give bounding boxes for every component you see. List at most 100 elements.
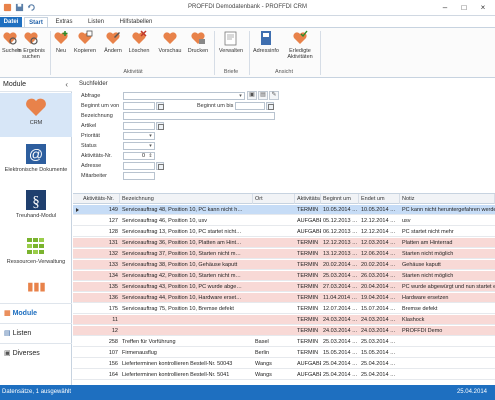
table-cell: 19.04.2014 … (361, 295, 396, 301)
table-row[interactable]: 136 Serviceauftrag 44, Position 10, Hardw… (73, 293, 495, 303)
table-cell: PC startet nicht mehr (402, 229, 454, 235)
table-cell: 15.07.2014 … (361, 306, 396, 312)
table-row[interactable]: 128 Serviceauftrag 13, Position 10, PC st… (73, 227, 495, 237)
nav-listen[interactable]: ▤ Listen (0, 323, 72, 342)
module-ressourcen[interactable]: Ressourcen-Verwaltung (0, 232, 72, 276)
query-new-icon[interactable]: ▤ (258, 91, 268, 100)
calendar-icon[interactable] (266, 102, 274, 110)
table-cell: 11 (112, 317, 118, 323)
nav-module[interactable]: ▦ Module (0, 303, 72, 322)
tab-start[interactable]: Start (24, 17, 48, 27)
table-cell (120, 315, 253, 325)
table-row[interactable]: 11 TERMIN 24.03.2014 … 24.03.2014 … Klashock (73, 315, 495, 325)
copy-button[interactable]: Kopieren (72, 30, 98, 54)
module-more[interactable] (0, 278, 72, 300)
delete-button[interactable]: Löschen (127, 30, 151, 54)
table-cell: 12 (111, 328, 118, 334)
minimize-button[interactable]: – (438, 1, 452, 14)
module-crm[interactable]: CRM (0, 93, 72, 137)
module-documents[interactable]: @ Elektronische Dokumente (0, 140, 72, 184)
table-row[interactable]: 156 Lieferterminen kontrollieren Bestell-… (73, 359, 495, 369)
table-cell: 127 (108, 218, 118, 224)
column-header[interactable]: Beginnt um (321, 194, 359, 204)
group-label-aktivitaet: Aktivität (123, 69, 143, 75)
spinner-icon[interactable]: ⇕ (147, 153, 154, 159)
edit-button[interactable]: Ändern (102, 30, 124, 54)
table-cell: 26.03.2014 … (361, 273, 396, 279)
table-row[interactable]: 135 Serviceauftrag 43, Position 10, PC wu… (73, 282, 495, 292)
query-save-icon[interactable]: ▣ (247, 91, 257, 100)
table-cell (253, 238, 295, 248)
query-delete-icon[interactable]: ✎ (269, 91, 279, 100)
query-select[interactable]: ▾ (123, 92, 245, 100)
preview-button[interactable]: Vorschau (157, 30, 183, 54)
completed-activities-button[interactable]: Erledigte Aktivitäten (283, 30, 317, 60)
search-in-results-button[interactable]: In Ergebnis suchen (16, 30, 46, 60)
label-beginnt-bis: Beginnt um bis (197, 103, 234, 109)
table-row[interactable]: 149 Serviceauftrag 48, Position 10, PC ka… (73, 205, 495, 215)
status-field[interactable]: ▾ (123, 142, 155, 150)
begin-to-field[interactable] (235, 102, 265, 110)
column-header[interactable]: Bezeichnung (120, 194, 253, 204)
table-cell: Wangs (255, 372, 272, 378)
nav-diverses[interactable]: ▣ Diverses (0, 343, 72, 362)
table-cell: 136 (108, 295, 118, 301)
table-row[interactable]: 258 Treffen für Vorführung Basel TERMIN 25.0… (73, 337, 495, 347)
manage-button[interactable]: Verwalten (216, 30, 246, 54)
activity-number-field[interactable]: 0 ⇕ (123, 152, 155, 160)
tab-listen[interactable]: Listen (84, 17, 108, 27)
table-row[interactable]: 127 Serviceauftrag 46, Position 10, usv AU… (73, 216, 495, 226)
priority-field[interactable]: ▾ (123, 132, 155, 140)
lookup-icon[interactable] (156, 162, 164, 170)
column-header[interactable]: Aktivitätsart (295, 194, 321, 204)
table-cell: Gehäuse kaputt (402, 262, 441, 268)
current-row-icon (76, 208, 79, 212)
print-button[interactable]: Drucken (186, 30, 210, 54)
table-row[interactable]: 132 Serviceauftrag 37, Position 10, Start… (73, 249, 495, 259)
table-cell: 131 (108, 240, 118, 246)
collapse-icon[interactable]: ‹ (65, 78, 68, 92)
module-treuhand[interactable]: § Treuhand-Modul (0, 186, 72, 230)
table-row[interactable]: 12 TERMIN 24.03.2014 … 24.03.2014 … PROFFDI … (73, 326, 495, 336)
table-cell: 06.12.2013 … (323, 229, 358, 235)
table-row[interactable]: 133 Serviceauftrag 38, Position 10, Gehäu… (73, 260, 495, 270)
tab-extras[interactable]: Extras (52, 17, 76, 27)
tab-datei[interactable]: Datei (0, 17, 22, 27)
employee-field[interactable] (123, 172, 155, 180)
table-cell: TERMIN (297, 251, 319, 257)
address-info-button[interactable]: Adressinfo (251, 30, 281, 54)
group-separator (214, 31, 215, 75)
table-cell: 25.04.2014 … (361, 361, 396, 367)
table-cell: TERMIN (297, 339, 319, 345)
table-row[interactable]: 131 Serviceauftrag 36, Position 10, Platt… (73, 238, 495, 248)
begin-from-field[interactable] (123, 102, 155, 110)
table-cell: usv (402, 218, 411, 224)
description-field[interactable] (123, 112, 275, 120)
table-cell: TERMIN (297, 317, 319, 323)
lookup-icon[interactable] (156, 122, 164, 130)
status-date: 25.04.2014 (456, 389, 487, 395)
table-cell: TERMIN (297, 273, 319, 279)
maximize-button[interactable]: □ (457, 1, 471, 14)
table-cell: Lieferterminen kontrollieren Bestell-Nr.… (122, 361, 233, 367)
column-header[interactable]: Notiz (400, 194, 495, 204)
column-header[interactable]: Ort (253, 194, 295, 204)
column-header[interactable]: Aktivitäts-Nr. (81, 194, 120, 204)
article-field[interactable] (123, 122, 155, 130)
edit-icon (106, 32, 120, 44)
table-cell: 24.03.2014 … (361, 328, 396, 334)
table-row[interactable]: 134 Serviceauftrag 42, Position 10, Start… (73, 271, 495, 281)
column-header[interactable]: Endet um (359, 194, 400, 204)
table-cell (253, 282, 295, 292)
table-row[interactable]: 175 Serviceauftrag 75, Position 10, Brems… (73, 304, 495, 314)
table-cell: Lieferterminen kontrollieren Bestell-Nr.… (122, 372, 230, 378)
paragraph-icon: § (26, 190, 46, 210)
table-row[interactable]: 164 Lieferterminen kontrollieren Bestell-… (73, 370, 495, 380)
table-cell: 24.03.2014 … (323, 328, 358, 334)
calendar-icon[interactable] (156, 102, 164, 110)
address-field[interactable] (123, 162, 155, 170)
close-button[interactable]: × (476, 1, 490, 14)
new-button[interactable]: Neu (53, 30, 69, 54)
table-row[interactable]: 107 Firmenausflug Berlin TERMIN 15.05.2014 …… (73, 348, 495, 358)
tab-hilfstabellen[interactable]: Hilfstabellen (116, 17, 156, 27)
